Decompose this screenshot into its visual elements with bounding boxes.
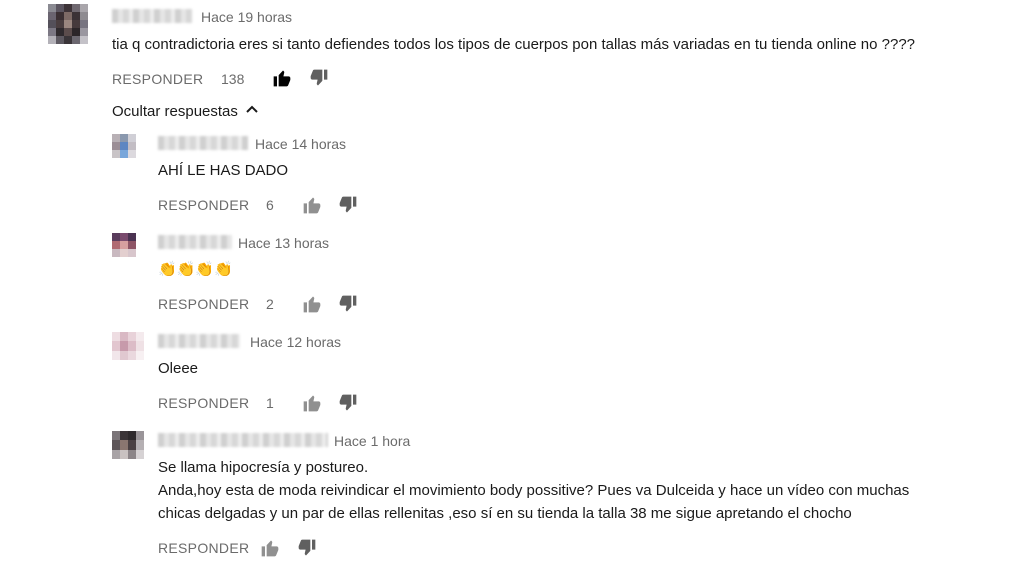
comment-timestamp[interactable]: Hace 12 horas bbox=[250, 334, 341, 350]
like-count: 1 bbox=[266, 395, 274, 411]
like-count: 138 bbox=[221, 71, 245, 87]
comment-text: 👏👏👏👏 bbox=[158, 261, 233, 278]
comment-text-line: Anda,hoy esta de moda reivindicar el mov… bbox=[158, 482, 910, 499]
thumb-down-icon[interactable] bbox=[297, 538, 317, 558]
comment-timestamp[interactable]: Hace 13 horas bbox=[238, 235, 329, 251]
author-name-redacted[interactable] bbox=[158, 136, 248, 150]
hide-replies-button[interactable]: Ocultar respuestas bbox=[112, 103, 258, 120]
comment-text: AHÍ LE HAS DADO bbox=[158, 162, 289, 179]
like-count: 2 bbox=[266, 296, 274, 312]
author-name-redacted[interactable] bbox=[158, 433, 328, 447]
comment-text: Oleee bbox=[158, 360, 199, 377]
thumb-down-icon[interactable] bbox=[338, 294, 358, 314]
comment-timestamp[interactable]: Hace 14 horas bbox=[255, 136, 346, 152]
avatar[interactable] bbox=[112, 233, 136, 257]
reply-button[interactable]: RESPONDER bbox=[158, 296, 249, 312]
thumb-up-icon[interactable] bbox=[302, 195, 322, 215]
author-name-redacted[interactable] bbox=[158, 235, 232, 249]
like-count: 6 bbox=[266, 197, 274, 213]
reply-button[interactable]: RESPONDER bbox=[112, 71, 203, 87]
hide-replies-label: Ocultar respuestas bbox=[112, 103, 238, 120]
comment-text-line: chicas delgadas y un par de ellas rellen… bbox=[158, 505, 852, 522]
author-name-redacted[interactable] bbox=[158, 334, 240, 348]
chevron-up-icon bbox=[246, 105, 258, 113]
comment-text: tia q contradictoria eres si tanto defie… bbox=[112, 36, 916, 53]
avatar[interactable] bbox=[112, 431, 144, 459]
reply-button[interactable]: RESPONDER bbox=[158, 540, 249, 556]
comment-text-line: Se llama hipocresía y postureo. bbox=[158, 459, 369, 476]
thumb-down-icon[interactable] bbox=[338, 393, 358, 413]
thumb-down-icon[interactable] bbox=[309, 68, 329, 88]
comment-timestamp[interactable]: Hace 1 hora bbox=[334, 433, 410, 449]
avatar[interactable] bbox=[112, 134, 136, 158]
thumb-up-icon[interactable] bbox=[272, 68, 292, 88]
comment-timestamp[interactable]: Hace 19 horas bbox=[201, 9, 292, 25]
reply-button[interactable]: RESPONDER bbox=[158, 395, 249, 411]
avatar[interactable] bbox=[48, 4, 88, 44]
thumb-down-icon[interactable] bbox=[338, 195, 358, 215]
thumb-up-icon[interactable] bbox=[260, 538, 280, 558]
thumb-up-icon[interactable] bbox=[302, 294, 322, 314]
author-name-redacted[interactable] bbox=[112, 9, 192, 23]
thumb-up-icon[interactable] bbox=[302, 393, 322, 413]
reply-button[interactable]: RESPONDER bbox=[158, 197, 249, 213]
avatar[interactable] bbox=[112, 332, 144, 360]
